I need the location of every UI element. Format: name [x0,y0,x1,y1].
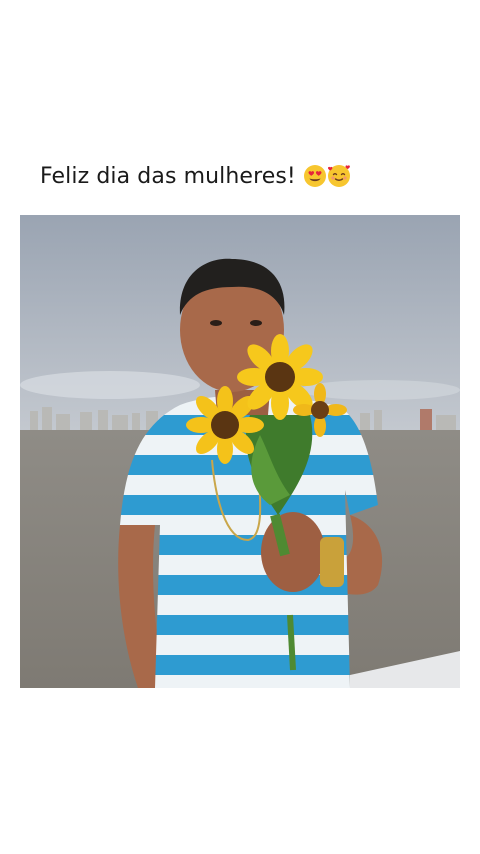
post-caption: Feliz dia das mulheres! [40,164,351,189]
photo-illustration [20,215,460,688]
heart-eyes-emoji-icon [303,164,327,188]
caption-text: Feliz dia das mulheres! [40,164,296,189]
smiling-face-with-hearts-emoji-icon [327,164,351,188]
post-photo[interactable] [20,215,460,688]
